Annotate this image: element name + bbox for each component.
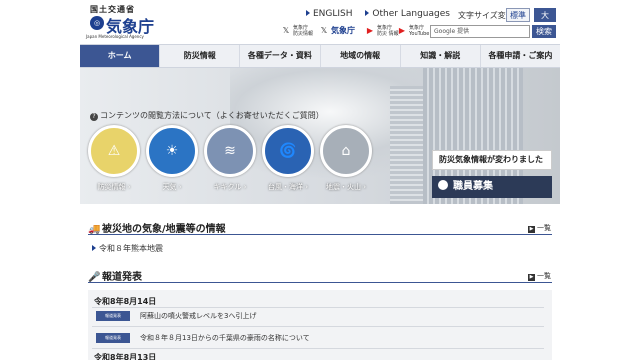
question-icon: ? <box>90 113 98 121</box>
disaster-section-title: 🚚 被災地の気象/地震等の情報 <box>88 224 226 235</box>
nav-data[interactable]: 各種データ・資料 <box>240 45 321 67</box>
circle-typhoon[interactable]: 🌀 <box>262 125 314 177</box>
hero-area: ? コンテンツの閲覧方法について（よくお寄せいただくご質問） ⚠ 防災情報 › ☀… <box>80 68 560 204</box>
divider <box>88 234 552 235</box>
disaster-item-link[interactable]: 令和８年熊本地震 <box>92 243 163 254</box>
site-header: 国土交通省 ◎ 気象庁 Japan Meteorological Agency … <box>0 0 640 44</box>
jma-emblem-icon: ◎ <box>90 16 104 30</box>
social-label: 気象庁 防災情報 <box>293 25 314 37</box>
disaster-more-link[interactable]: ▶ 一覧 <box>528 223 551 233</box>
divider <box>92 326 544 327</box>
earthquake-icon: ⌂ <box>341 143 351 159</box>
circle-kikikuru[interactable]: ≋ <box>204 125 256 177</box>
divider <box>92 307 544 308</box>
person-icon <box>438 180 448 190</box>
recruit-banner[interactable]: 職員募集 <box>432 176 552 198</box>
youtube-bousai-link[interactable]: ▶ 気象庁 防災 情報 <box>364 24 399 38</box>
english-link[interactable]: ENGLISH <box>306 9 353 19</box>
youtube-icon: ▶ <box>366 26 374 35</box>
x-icon: 𝕏 <box>320 26 328 35</box>
triangle-icon <box>365 10 370 16</box>
divider <box>88 282 552 283</box>
press-item-link[interactable]: 阿蘇山の噴火警戒レベルを3へ引上げ <box>140 311 256 321</box>
press-list <box>88 290 552 360</box>
triangle-icon <box>306 10 310 16</box>
circle-label: 台風・海洋 › <box>267 183 309 191</box>
circle-label: 地震・火山 › <box>325 183 367 191</box>
circle-bousai[interactable]: ⚠ <box>88 125 140 177</box>
x-bousai-link[interactable]: 𝕏 気象庁 防災情報 <box>280 24 316 38</box>
press-more-link[interactable]: ▶ 一覧 <box>528 271 551 281</box>
search-button[interactable]: 検索 <box>532 25 556 38</box>
arrow-icon: ▶ <box>528 274 535 281</box>
press-section-title: 🎤 報道発表 <box>88 272 142 283</box>
building-image <box>390 86 426 204</box>
circle-label: 天気 › <box>162 183 182 191</box>
info-change-banner[interactable]: 防災気象情報が変わりました <box>432 150 552 170</box>
sun-cloud-icon: ☀ <box>165 143 179 159</box>
font-standard-button[interactable]: 標準 <box>506 8 530 22</box>
youtube-icon: ▶ <box>398 26 406 35</box>
press-date: 令和8年8月13日 <box>94 353 157 360</box>
arrow-icon: ▶ <box>528 226 535 233</box>
nav-bousai[interactable]: 防災情報 <box>160 45 241 67</box>
nav-home[interactable]: ホーム <box>80 45 161 67</box>
press-badge: 報道発表 <box>96 311 130 321</box>
circle-weather[interactable]: ☀ <box>146 125 198 177</box>
press-item-link[interactable]: 令和８年８月13日からの千葉県の豪雨の名称について <box>140 333 310 343</box>
circle-label: 防災情報 › <box>97 183 131 191</box>
global-nav: ホーム 防災情報 各種データ・資料 地域の情報 知識・解説 各種申請・ご案内 <box>80 44 560 68</box>
jma-logo[interactable]: 国土交通省 ◎ 気象庁 Japan Meteorological Agency <box>84 4 154 40</box>
faq-link[interactable]: ? コンテンツの閲覧方法について（よくお寄せいただくご質問） <box>90 110 324 121</box>
nav-knowledge[interactable]: 知識・解説 <box>401 45 481 67</box>
font-large-button[interactable]: 大 <box>534 8 556 22</box>
typhoon-icon: 🌀 <box>279 143 297 159</box>
agency-name-en: Japan Meteorological Agency <box>86 34 144 39</box>
x-jma-link[interactable]: 𝕏 気象庁 <box>318 24 358 38</box>
social-label: 気象庁 <box>331 26 355 35</box>
triangle-icon <box>92 245 96 251</box>
other-languages-link[interactable]: Other Languages <box>365 9 450 19</box>
nav-applications[interactable]: 各種申請・ご案内 <box>481 45 560 67</box>
language-links: ENGLISH Other Languages <box>306 9 460 19</box>
social-label: 気象庁 YouTube <box>409 25 430 37</box>
press-date: 令和8年8月14日 <box>94 297 157 306</box>
warning-map-icon: ⚠ <box>107 143 121 159</box>
divider <box>92 348 544 349</box>
youtube-jma-link[interactable]: ▶ 気象庁 YouTube <box>396 24 430 38</box>
press-badge: 報道発表 <box>96 333 130 343</box>
flood-icon: ≋ <box>224 143 236 159</box>
circle-label: キキクル › <box>213 183 247 191</box>
search-input[interactable]: Google 提供 <box>430 25 530 38</box>
circle-earthquake[interactable]: ⌂ <box>320 125 372 177</box>
nav-region[interactable]: 地域の情報 <box>321 45 401 67</box>
x-icon: 𝕏 <box>282 26 290 35</box>
